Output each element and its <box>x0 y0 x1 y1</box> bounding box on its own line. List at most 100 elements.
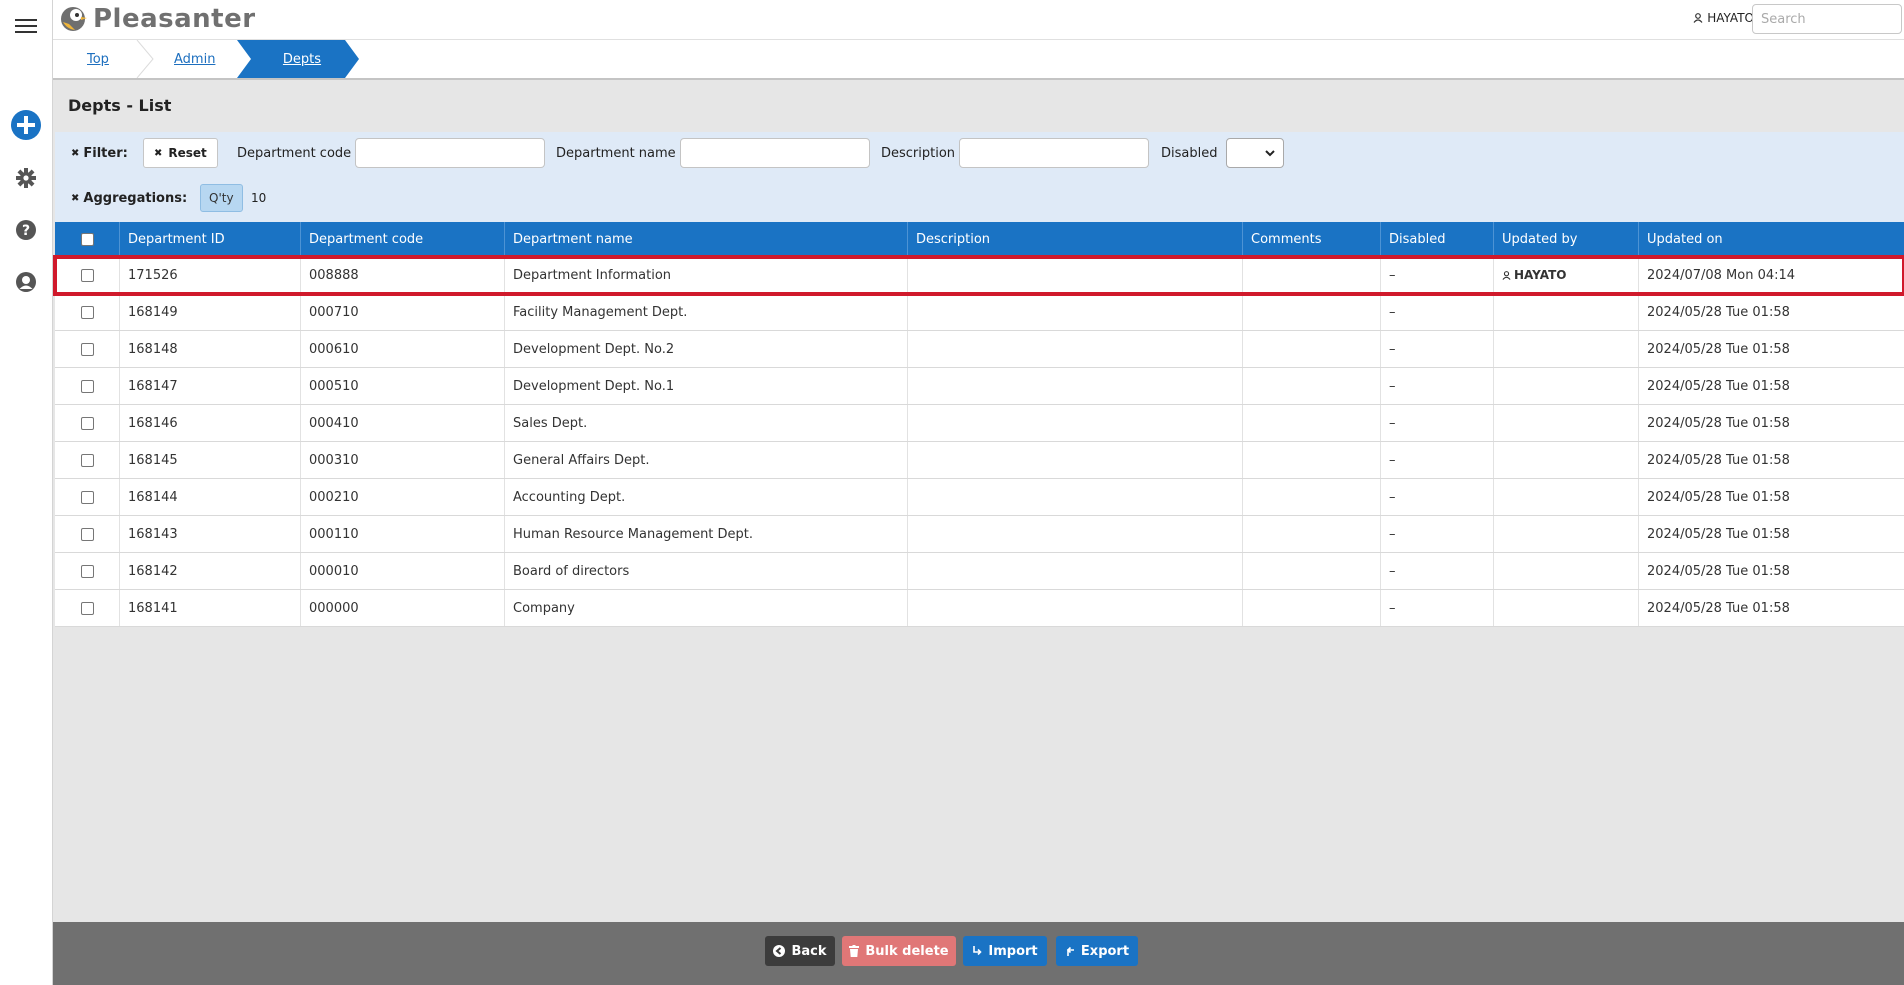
dept-id-cell: 168143 <box>120 516 301 552</box>
breadcrumb-current[interactable]: Depts <box>237 40 359 78</box>
trash-icon <box>849 945 860 957</box>
breadcrumb-admin[interactable]: Admin <box>174 40 215 78</box>
row-select-cell <box>55 516 120 552</box>
filter-toggle[interactable]: ✖ Filter: <box>71 138 128 168</box>
person-icon <box>1693 13 1703 23</box>
qty-badge[interactable]: Q'ty <box>200 184 243 212</box>
plus-icon[interactable] <box>0 108 52 142</box>
row-select-cell <box>55 331 120 367</box>
row-checkbox[interactable] <box>80 305 94 319</box>
dept-id-cell: 168144 <box>120 479 301 515</box>
back-button[interactable]: Back <box>765 936 835 966</box>
table-row[interactable]: 168148 000610 Development Dept. No.2 – 2024/… <box>55 331 1904 368</box>
row-select-cell <box>55 257 120 293</box>
dept-code-cell: 008888 <box>301 257 505 293</box>
description-cell <box>908 479 1243 515</box>
import-button[interactable]: Import <box>963 936 1047 966</box>
dept-id-cell: 168149 <box>120 294 301 330</box>
dept-name-cell: Company <box>505 590 908 626</box>
column-header[interactable]: Updated by <box>1494 222 1639 257</box>
dept-code-filter-input[interactable] <box>355 138 545 168</box>
updated-by-cell <box>1494 331 1639 367</box>
description-cell <box>908 257 1243 293</box>
export-label: Export <box>1080 943 1130 959</box>
updated-by-cell <box>1494 294 1639 330</box>
table-header: Department ID Department code Department… <box>55 222 1904 257</box>
updated-on-cell: 2024/05/28 Tue 01:58 <box>1647 452 1790 468</box>
row-checkbox[interactable] <box>80 490 94 504</box>
bulk-delete-button[interactable]: Bulk delete <box>842 936 956 966</box>
description-filter-input[interactable] <box>959 138 1149 168</box>
row-checkbox[interactable] <box>80 527 94 541</box>
column-header[interactable]: Comments <box>1243 222 1381 257</box>
table-row[interactable]: 171526 008888 Department Information – HAYAT… <box>53 255 1904 296</box>
export-button[interactable]: Export <box>1056 936 1138 966</box>
top-header: Pleasanter HAYATO <box>53 0 1904 40</box>
updated-on-cell: 2024/05/28 Tue 01:58 <box>1647 415 1790 431</box>
row-checkbox[interactable] <box>80 564 94 578</box>
dept-code-cell: 000610 <box>301 331 505 367</box>
gear-icon[interactable] <box>0 166 52 190</box>
updated-on-cell: 2024/05/28 Tue 01:58 <box>1647 563 1790 579</box>
search-input[interactable] <box>1752 4 1902 34</box>
page-title: Depts - List <box>68 96 172 115</box>
disabled-cell: – <box>1381 553 1494 589</box>
row-select-cell <box>55 368 120 404</box>
updated-on-cell: 2024/05/28 Tue 01:58 <box>1647 526 1790 542</box>
user-name: HAYATO <box>1707 11 1754 25</box>
updated-by-cell <box>1494 553 1639 589</box>
help-icon[interactable]: ? <box>0 218 52 242</box>
row-checkbox[interactable] <box>80 342 94 356</box>
row-checkbox[interactable] <box>80 601 94 615</box>
table-row[interactable]: 168143 000110 Human Resource Management De… <box>55 516 1904 553</box>
breadcrumb-top-link[interactable]: Top <box>87 52 109 67</box>
column-header[interactable]: Department code <box>301 222 505 257</box>
column-header[interactable]: Disabled <box>1381 222 1494 257</box>
breadcrumb-admin-link[interactable]: Admin <box>174 52 215 67</box>
column-header[interactable]: Department name <box>505 222 908 257</box>
disabled-filter-select[interactable] <box>1226 138 1284 168</box>
breadcrumb-top[interactable]: Top <box>87 40 109 78</box>
row-select-cell <box>55 590 120 626</box>
column-header[interactable]: Updated on <box>1639 222 1904 257</box>
row-checkbox[interactable] <box>80 416 94 430</box>
description-cell <box>908 442 1243 478</box>
updated-on-cell: 2024/05/28 Tue 01:58 <box>1647 489 1790 505</box>
row-select-cell <box>55 479 120 515</box>
filter-panel: ✖ Filter: ✖ Reset Department code Depart… <box>55 132 1904 222</box>
row-checkbox[interactable] <box>80 268 94 282</box>
column-header[interactable]: Description <box>908 222 1243 257</box>
table-row[interactable]: 168147 000510 Development Dept. No.1 – 2024/… <box>55 368 1904 405</box>
table-row[interactable]: 168141 000000 Company – 2024/05/28 Tue 01:58 <box>55 590 1904 627</box>
table-row[interactable]: 168145 000310 General Affairs Dept. – 2024/0… <box>55 442 1904 479</box>
updated-on-cell: 2024/05/28 Tue 01:58 <box>1647 600 1790 616</box>
menu-icon[interactable] <box>0 12 52 40</box>
disabled-cell: – <box>1381 405 1494 441</box>
table-row[interactable]: 168149 000710 Facility Management Dept. – 20… <box>55 294 1904 331</box>
table-row[interactable]: 168146 000410 Sales Dept. – 2024/05/28 Tue 0… <box>55 405 1904 442</box>
updated-by-cell <box>1494 368 1639 404</box>
row-checkbox[interactable] <box>80 453 94 467</box>
aggregations-label: Aggregations: <box>83 190 188 206</box>
row-checkbox[interactable] <box>80 379 94 393</box>
user-icon[interactable] <box>0 270 52 294</box>
logo-text: Pleasanter <box>93 4 256 34</box>
reset-button[interactable]: ✖ Reset <box>143 138 218 168</box>
dept-name-cell: Development Dept. No.1 <box>505 368 908 404</box>
disabled-cell: – <box>1381 257 1494 293</box>
dept-name-filter-input[interactable] <box>680 138 870 168</box>
select-all-checkbox[interactable] <box>80 233 94 246</box>
current-user[interactable]: HAYATO <box>1693 11 1754 25</box>
breadcrumb-current-label[interactable]: Depts <box>237 40 349 78</box>
back-label: Back <box>791 943 827 959</box>
comments-cell <box>1243 442 1381 478</box>
column-header[interactable]: Department ID <box>120 222 301 257</box>
comments-cell <box>1243 405 1381 441</box>
aggregations-toggle[interactable]: ✖ Aggregations: <box>71 184 187 212</box>
app-logo[interactable]: Pleasanter <box>59 2 256 36</box>
row-select-cell <box>55 553 120 589</box>
dept-name-cell: Development Dept. No.2 <box>505 331 908 367</box>
table-row[interactable]: 168144 000210 Accounting Dept. – 2024/05/28 … <box>55 479 1904 516</box>
table-row[interactable]: 168142 000010 Board of directors – 2024/05/2… <box>55 553 1904 590</box>
description-cell <box>908 405 1243 441</box>
